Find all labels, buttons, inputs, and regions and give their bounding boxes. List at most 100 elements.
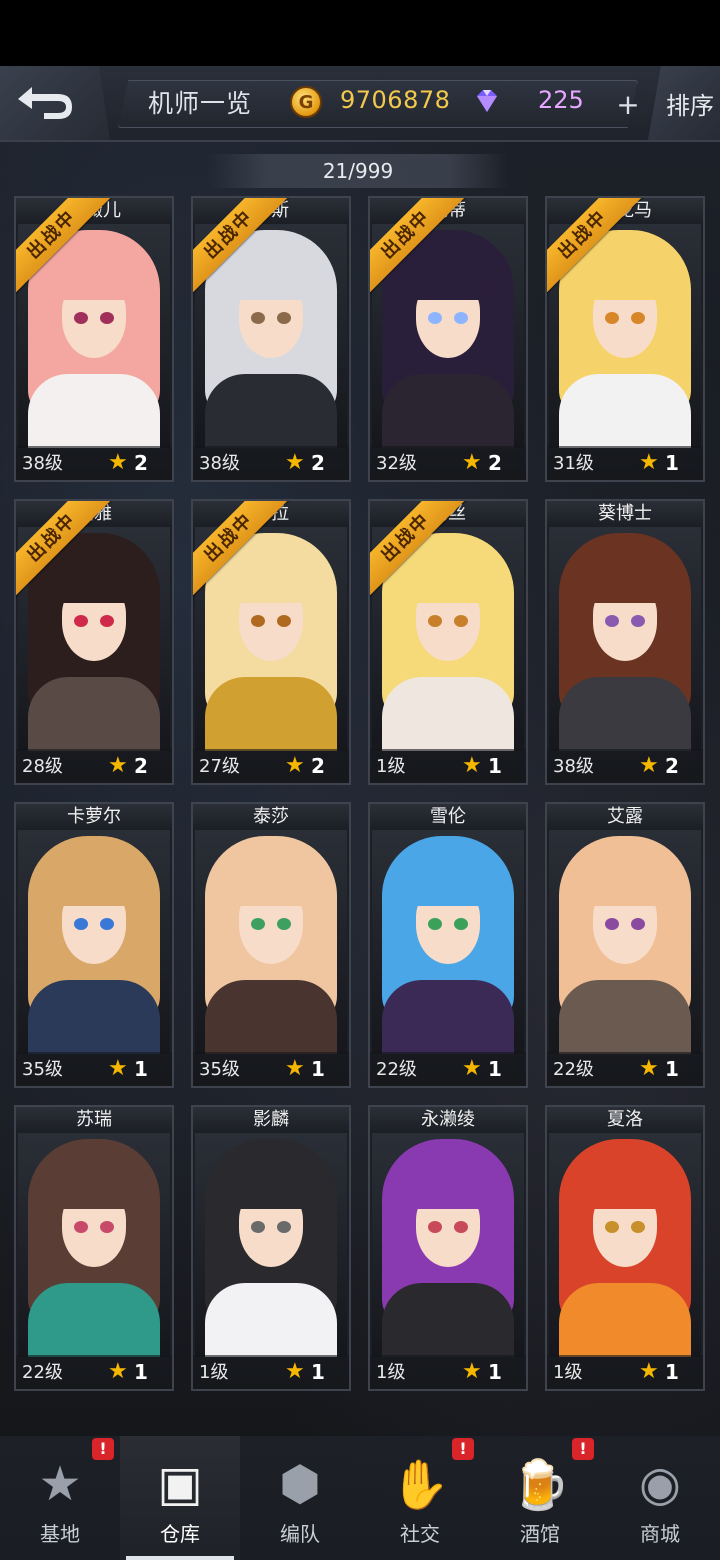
pilot-name: 雪伦 <box>370 804 526 830</box>
bottom-navigation: ★ 基地! ▣ 仓库 ⬢ 编队 ✋ 社交! 🍺 酒馆! ◉ 商城 <box>0 1436 720 1560</box>
back-button[interactable] <box>0 66 110 140</box>
pilot-card[interactable]: 苏瑞 22级 ★ 1 <box>14 1105 174 1391</box>
status-bar <box>0 0 720 66</box>
card-footer: 32级 ★ 2 <box>370 446 526 480</box>
pilot-card[interactable]: 雪伦 22级 ★ 1 <box>368 802 528 1088</box>
card-footer: 35级 ★ 1 <box>193 1052 349 1086</box>
star-count: 1 <box>665 1057 679 1081</box>
star-count: 1 <box>311 1057 325 1081</box>
pilot-card[interactable]: 影麟 1级 ★ 1 <box>191 1105 351 1391</box>
card-footer: 1级 ★ 1 <box>193 1355 349 1389</box>
star-icon: ★ <box>639 753 659 778</box>
pilot-name: 卡萝尔 <box>16 804 172 830</box>
pilot-portrait <box>549 527 701 751</box>
star-icon: ★ <box>462 753 482 778</box>
star-count: 2 <box>488 451 502 475</box>
formation-icon: ⬢ <box>279 1456 321 1512</box>
pilot-card[interactable]: 泰莎 35级 ★ 1 <box>191 802 351 1088</box>
star-icon: ★ <box>108 1359 128 1384</box>
star-icon: ★ <box>639 450 659 475</box>
star-count: 1 <box>134 1360 148 1384</box>
pilot-level: 35级 <box>22 1059 63 1080</box>
star-icon: ★ <box>108 753 128 778</box>
pilot-card[interactable]: 永濑绫 1级 ★ 1 <box>368 1105 528 1391</box>
nav-tab[interactable]: ★ 基地! <box>0 1436 120 1560</box>
top-bar: 机师一览 G 9706878 225 + 排序 <box>0 66 720 142</box>
pilot-card[interactable]: 夏洛 1级 ★ 1 <box>545 1105 705 1391</box>
star-icon: ★ <box>462 1359 482 1384</box>
pilot-level: 38级 <box>22 453 63 474</box>
nav-tab[interactable]: ◉ 商城 <box>600 1436 720 1560</box>
nav-tab[interactable]: 🍺 酒馆! <box>480 1436 600 1560</box>
pilot-name: 泰莎 <box>193 804 349 830</box>
tavern-icon: 🍺 <box>510 1456 570 1513</box>
star-count: 2 <box>134 451 148 475</box>
pilot-card[interactable]: 卡斯38级★2出战中 <box>191 196 351 482</box>
pilot-level: 28级 <box>22 756 63 777</box>
pilot-card[interactable]: 图雅28级★2出战中 <box>14 499 174 785</box>
card-footer: 31级 ★ 1 <box>547 446 703 480</box>
pilot-portrait <box>195 830 347 1054</box>
pilot-level: 1级 <box>376 1362 406 1383</box>
pilot-portrait <box>372 830 524 1054</box>
pilot-card[interactable]: 卡萝尔 35级 ★ 1 <box>14 802 174 1088</box>
star-count: 1 <box>488 1057 502 1081</box>
star-count: 2 <box>134 754 148 778</box>
pilot-name: 影麟 <box>193 1107 349 1133</box>
nav-tab[interactable]: ⬢ 编队 <box>240 1436 360 1560</box>
pilot-portrait <box>18 1133 170 1357</box>
pilot-card[interactable]: 莉丝1级★1出战中 <box>368 499 528 785</box>
pilot-name: 艾露 <box>547 804 703 830</box>
card-footer: 28级 ★ 2 <box>16 749 172 783</box>
pilot-card[interactable]: 尼薇儿38级★2出战中 <box>14 196 174 482</box>
card-footer: 1级 ★ 1 <box>547 1355 703 1389</box>
add-diamond-button[interactable]: + <box>614 91 642 120</box>
star-icon: ★ <box>285 753 305 778</box>
pilot-portrait <box>549 830 701 1054</box>
pilot-card[interactable]: 艾露 22级 ★ 1 <box>545 802 705 1088</box>
star-icon: ★ <box>108 1056 128 1081</box>
card-footer: 22级 ★ 1 <box>370 1052 526 1086</box>
star-count: 1 <box>488 754 502 778</box>
alert-badge: ! <box>572 1438 594 1460</box>
pilot-level: 22级 <box>22 1362 63 1383</box>
nav-label: 编队 <box>280 1522 320 1546</box>
card-footer: 1级 ★ 1 <box>370 749 526 783</box>
pilot-level: 38级 <box>199 453 240 474</box>
pilot-card[interactable]: 妮蒂32级★2出战中 <box>368 196 528 482</box>
card-footer: 38级 ★ 2 <box>16 446 172 480</box>
star-count: 1 <box>134 1057 148 1081</box>
pilot-level: 32级 <box>376 453 417 474</box>
sort-label: 排序 <box>666 91 714 120</box>
card-footer: 35级 ★ 1 <box>16 1052 172 1086</box>
card-footer: 38级 ★ 2 <box>547 749 703 783</box>
pilot-level: 35级 <box>199 1059 240 1080</box>
card-footer: 22级 ★ 1 <box>547 1052 703 1086</box>
pilot-card[interactable]: 乔龙马31级★1出战中 <box>545 196 705 482</box>
pilot-card[interactable]: 葵博士 38级 ★ 2 <box>545 499 705 785</box>
pilot-portrait <box>372 1133 524 1357</box>
card-footer: 22级 ★ 1 <box>16 1355 172 1389</box>
nav-label: 基地 <box>40 1522 80 1546</box>
star-icon: ★ <box>285 1359 305 1384</box>
pilot-name: 葵博士 <box>547 501 703 527</box>
star-icon: ★ <box>639 1056 659 1081</box>
roster-count-bar: 21/999 <box>208 154 508 188</box>
pilot-level: 1级 <box>553 1362 583 1383</box>
star-icon: ★ <box>285 450 305 475</box>
star-count: 2 <box>311 451 325 475</box>
nav-tab[interactable]: ▣ 仓库 <box>120 1436 240 1560</box>
star-icon: ★ <box>462 1056 482 1081</box>
handshake-icon: ✋ <box>390 1456 450 1513</box>
star-count: 1 <box>665 1360 679 1384</box>
pilot-level: 27级 <box>199 756 240 777</box>
pilot-card[interactable]: 苏拉27级★2出战中 <box>191 499 351 785</box>
back-arrow-icon <box>18 87 72 119</box>
nav-label: 商城 <box>640 1522 680 1546</box>
pilot-roster-screen: 机师一览 G 9706878 225 + 排序 21/999 尼薇儿38级★2出… <box>0 66 720 1560</box>
gold-coin-icon: G <box>290 86 322 118</box>
pilot-name: 永濑绫 <box>370 1107 526 1133</box>
nav-tab[interactable]: ✋ 社交! <box>360 1436 480 1560</box>
card-footer: 27级 ★ 2 <box>193 749 349 783</box>
pilot-portrait <box>18 830 170 1054</box>
